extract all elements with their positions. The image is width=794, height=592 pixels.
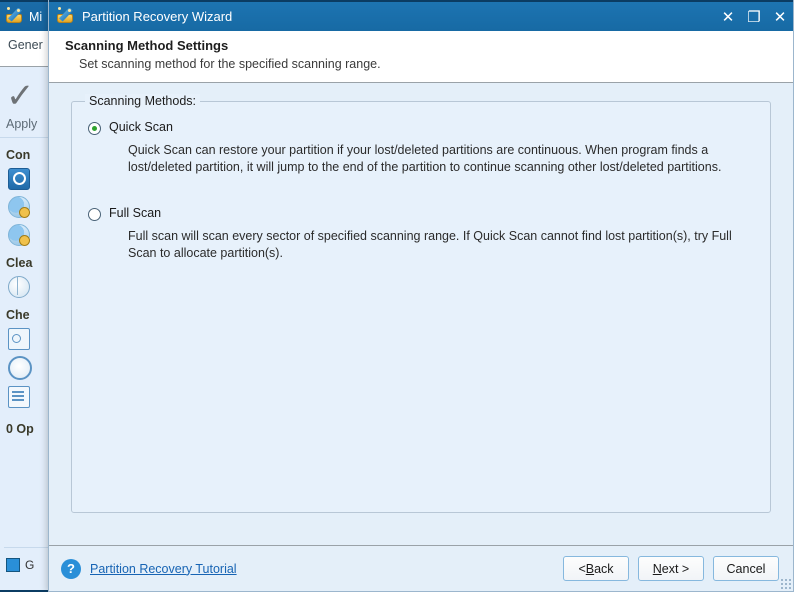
- legend-label: G: [25, 558, 35, 572]
- close-button[interactable]: ✕: [767, 2, 793, 31]
- wizard-title: Partition Recovery Wizard: [82, 9, 233, 24]
- page-title: Scanning Method Settings: [65, 38, 229, 53]
- radio-quick-scan-label[interactable]: Quick Scan: [109, 120, 173, 134]
- group-legend: Scanning Methods:: [85, 94, 201, 108]
- legend-swatch-icon: [6, 558, 20, 572]
- next-button-mnemonic: N: [652, 561, 662, 576]
- list-icon[interactable]: [8, 386, 30, 408]
- dial-icon[interactable]: [8, 356, 32, 380]
- tutorial-link[interactable]: Partition Recovery Tutorial: [90, 562, 237, 576]
- check-icon: ✓: [6, 77, 35, 115]
- cancel-button[interactable]: Cancel: [713, 556, 779, 581]
- app-title: Mi: [29, 9, 43, 24]
- wand-icon: [57, 6, 74, 27]
- dialog-resize-grip[interactable]: [780, 578, 791, 589]
- next-button-suffix: ext >: [661, 561, 690, 576]
- sidebar-heading-check: Che: [6, 308, 30, 322]
- disk-search-icon[interactable]: [8, 168, 30, 190]
- operations-count: 0 Op: [6, 422, 34, 436]
- partition-recover-icon-2[interactable]: [8, 224, 30, 246]
- sidebar-heading-clean: Clea: [6, 256, 33, 270]
- quick-scan-description: Quick Scan can restore your partition if…: [128, 143, 722, 174]
- sidebar-divider: [4, 547, 50, 548]
- wizard-titlebar[interactable]: Partition Recovery Wizard ✕ ❐ ✕: [49, 0, 793, 31]
- wizard-footer: ? Partition Recovery Tutorial < Back Nex…: [49, 545, 793, 591]
- radio-option-quick-scan[interactable]: Quick Scan: [88, 120, 754, 135]
- partition-recover-icon[interactable]: [8, 196, 30, 218]
- help-icon[interactable]: ?: [61, 558, 81, 579]
- back-button-mnemonic: B: [585, 561, 595, 576]
- left-sidebar: ✓ Apply Con Clea Che 0 Op G: [0, 67, 54, 592]
- apply-section: ✓ Apply: [0, 67, 53, 138]
- menu-general[interactable]: Gener: [8, 38, 43, 52]
- scanning-methods-group: Scanning Methods: Quick Scan Quick Scan …: [71, 94, 771, 513]
- wizard-header: Scanning Method Settings Set scanning me…: [49, 31, 793, 83]
- sidebar-heading-convert: Con: [6, 148, 31, 162]
- next-button[interactable]: Next >: [638, 556, 704, 581]
- legend-item: G: [6, 558, 34, 572]
- wizard-content: Scanning Methods: Quick Scan Quick Scan …: [49, 83, 793, 545]
- app-wand-icon: [6, 6, 23, 27]
- apply-label[interactable]: Apply: [6, 117, 37, 131]
- restore-button[interactable]: ❐: [741, 2, 767, 31]
- close-inner-button[interactable]: ✕: [715, 2, 741, 31]
- partition-recovery-wizard-dialog: Partition Recovery Wizard ✕ ❐ ✕ Scanning…: [48, 0, 794, 592]
- radio-full-scan-icon[interactable]: [88, 208, 101, 221]
- back-button[interactable]: < Back: [563, 556, 629, 581]
- page-subtitle: Set scanning method for the specified sc…: [79, 57, 381, 71]
- globe-icon[interactable]: [8, 276, 30, 298]
- back-button-prefix: <: [578, 561, 586, 576]
- radio-full-scan-label[interactable]: Full Scan: [109, 206, 161, 220]
- radio-option-full-scan[interactable]: Full Scan: [88, 206, 754, 221]
- full-scan-description: Full scan will scan every sector of spec…: [128, 229, 732, 260]
- radio-quick-scan-icon[interactable]: [88, 122, 101, 135]
- chip-icon[interactable]: [8, 328, 30, 350]
- back-button-suffix: ack: [594, 561, 614, 576]
